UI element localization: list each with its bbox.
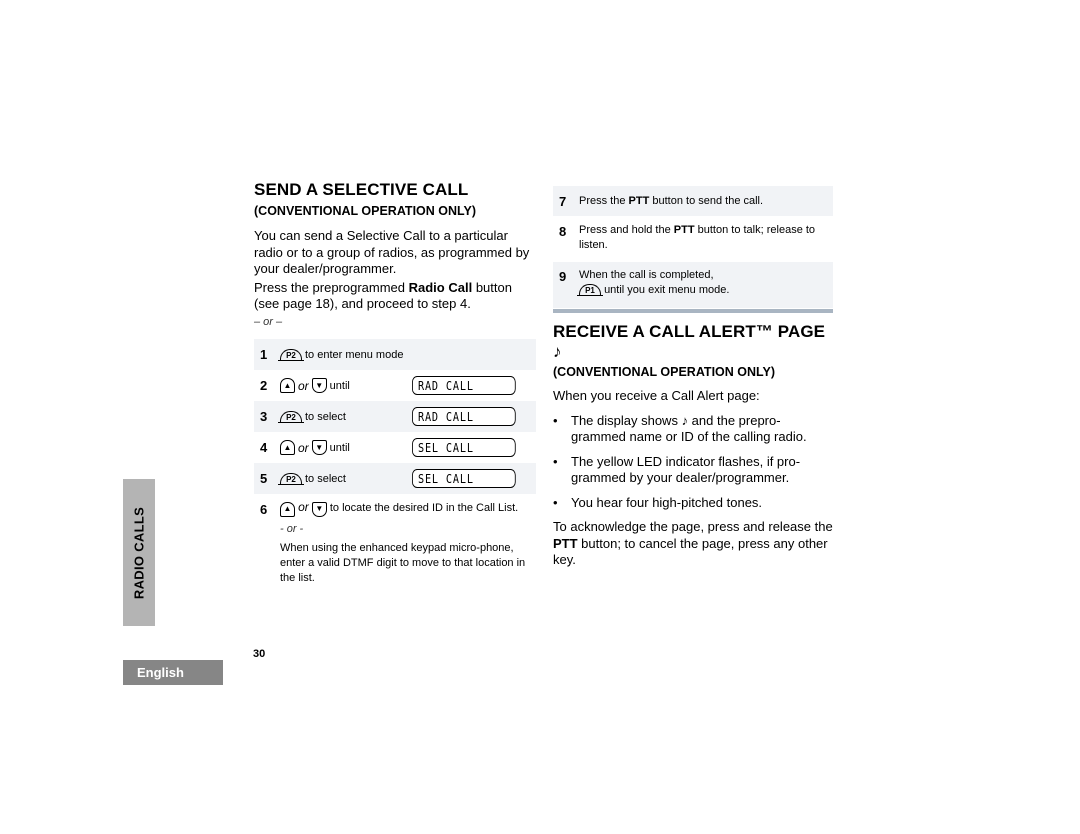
step-row-1: 1 P2 to enter menu mode [254, 339, 536, 370]
text-fragment: Press and hold the [579, 224, 674, 236]
or-text: or [298, 500, 309, 514]
step-number: 1 [260, 347, 268, 362]
step-row-6: 6 ▲ or ▼ to locate the desired ID in the… [254, 500, 536, 586]
bullet-text: The yellow LED indicator flashes, if pro… [571, 453, 801, 486]
up-arrow-key-icon: ▲ [280, 378, 295, 393]
section-title-receive-call-alert: RECEIVE A CALL ALERT™ PAGE ♪ [553, 322, 835, 362]
radio-call-paragraph: Press the preprogrammed Radio Call butto… [254, 280, 536, 313]
step-row-5: 5 P2 to select SEL CALL [254, 463, 536, 494]
step-alt-text: When using the enhanced keypad micro-pho… [280, 541, 526, 584]
music-note-icon: ♪ [553, 342, 562, 361]
up-arrow-key-icon: ▲ [280, 440, 295, 455]
p2-key-icon: P2 [278, 410, 304, 423]
steps-table-right: 7 Press the PTT button to send the call.… [553, 186, 833, 314]
step-text: Press the PTT button to send the call. [579, 194, 763, 209]
step-number: 8 [559, 224, 567, 239]
lcd-display: SEL CALL [412, 469, 516, 488]
step-row-8: 8 Press and hold the PTT button to talk;… [553, 216, 833, 262]
step-number: 5 [260, 471, 268, 486]
ptt-label: PTT [553, 535, 578, 551]
title-text: RECEIVE A CALL ALERT™ PAGE [553, 322, 826, 341]
p1-key-icon: P1 [577, 283, 603, 296]
chapter-tab: RADIO CALLS [123, 479, 155, 626]
step-text: to select [305, 472, 346, 485]
down-arrow-key-icon: ▼ [311, 501, 327, 517]
down-arrow-key-icon: ▼ [311, 440, 327, 455]
radio-call-label: Radio Call [408, 279, 473, 295]
lcd-display: RAD CALL [412, 407, 516, 426]
acknowledge-paragraph: To acknowledge the page, press and relea… [553, 519, 835, 569]
section-subtitle: (CONVENTIONAL OPERATION ONLY) [254, 204, 477, 218]
step-number: 4 [260, 440, 268, 455]
text-fragment: The display shows [571, 412, 682, 428]
steps-table-left: 1 P2 to enter menu mode 2 ▲ or ▼ until R… [254, 339, 536, 499]
step-text: until [329, 441, 350, 454]
down-arrow-key-icon: ▼ [311, 378, 327, 393]
step-number: 7 [559, 194, 567, 209]
text-fragment: button; to cancel the page, press any ot… [553, 535, 828, 568]
chapter-tab-label: RADIO CALLS [131, 506, 147, 599]
or-separator: – or – [254, 315, 283, 328]
up-arrow-key-icon: ▲ [280, 501, 295, 517]
bullet-icon: • [553, 453, 558, 469]
step-row-9: 9 When the call is completed, P1 until y… [553, 262, 833, 308]
or-separator: - or - [280, 522, 304, 535]
call-alert-intro: When you receive a Call Alert page: [553, 388, 760, 403]
ptt-label: PTT [673, 224, 695, 236]
step-row-3: 3 P2 to select RAD CALL [254, 401, 536, 432]
language-tab: English [123, 660, 223, 685]
left-column: SEND A SELECTIVE CALL (CONVENTIONAL OPER… [254, 180, 536, 328]
step-text: until [329, 379, 350, 392]
bullet-text: You hear four high-pitched tones. [571, 494, 763, 510]
text-fragment: Press the preprogrammed [254, 279, 409, 295]
step-text-wrapper: ▲ or ▼ until [280, 440, 350, 455]
bullet-item: • The display shows ♪ and the prepro-gra… [553, 413, 835, 446]
text-fragment: until you exit menu mode. [604, 284, 730, 296]
bullet-item: • You hear four high-pitched tones. [553, 495, 835, 512]
step-text: to locate the desired ID in the Call Lis… [329, 502, 519, 514]
step-row-2: 2 ▲ or ▼ until RAD CALL [254, 370, 536, 401]
step-number: 2 [260, 378, 268, 393]
step-number: 6 [260, 502, 268, 517]
page-number: 30 [253, 648, 266, 660]
bullet-icon: • [553, 412, 558, 428]
step-6-main: 6 ▲ or ▼ to locate the desired ID in the… [254, 500, 536, 586]
text-fragment: button to send the call. [649, 194, 764, 207]
section-title-send-selective-call: SEND A SELECTIVE CALL [254, 180, 469, 199]
or-text: or [298, 378, 309, 393]
section-divider [553, 309, 833, 313]
text-fragment: Press the [579, 194, 629, 207]
step-row-4: 4 ▲ or ▼ until SEL CALL [254, 432, 536, 463]
step-text-wrapper: P2 to select [278, 472, 346, 485]
step-text: Press and hold the PTT button to talk; r… [579, 223, 831, 253]
text-fragment: To acknowledge the page, press and relea… [553, 519, 833, 534]
step-row-7: 7 Press the PTT button to send the call. [553, 186, 833, 216]
right-column: RECEIVE A CALL ALERT™ PAGE ♪ (CONVENTION… [553, 322, 835, 569]
step-text: to select [305, 410, 346, 423]
step-text-wrapper: P2 to enter menu mode [278, 348, 404, 361]
ptt-label: PTT [628, 194, 650, 207]
step-6-body: ▲ or ▼ to locate the desired ID in the C… [280, 500, 530, 586]
bullet-text: The display shows ♪ and the prepro-gramm… [571, 413, 835, 446]
text-fragment: When the call is completed, [579, 269, 714, 281]
bullet-item: • The yellow LED indicator flashes, if p… [553, 454, 835, 487]
step-text-wrapper: ▲ or ▼ until [280, 378, 350, 393]
step-number: 9 [559, 269, 567, 284]
p2-key-icon: P2 [278, 472, 304, 485]
or-text: or [298, 440, 309, 455]
lcd-display: SEL CALL [412, 438, 516, 457]
bullet-icon: • [553, 494, 558, 510]
step-text: When the call is completed, P1 until you… [577, 268, 730, 298]
step-text-wrapper: P2 to select [278, 410, 346, 423]
section-subtitle: (CONVENTIONAL OPERATION ONLY) [553, 365, 776, 379]
lcd-display: RAD CALL [412, 376, 516, 395]
p2-key-icon: P2 [278, 348, 304, 361]
step-text: to enter menu mode [305, 348, 404, 361]
step-number: 3 [260, 409, 268, 424]
intro-paragraph: You can send a Selective Call to a parti… [254, 228, 530, 276]
